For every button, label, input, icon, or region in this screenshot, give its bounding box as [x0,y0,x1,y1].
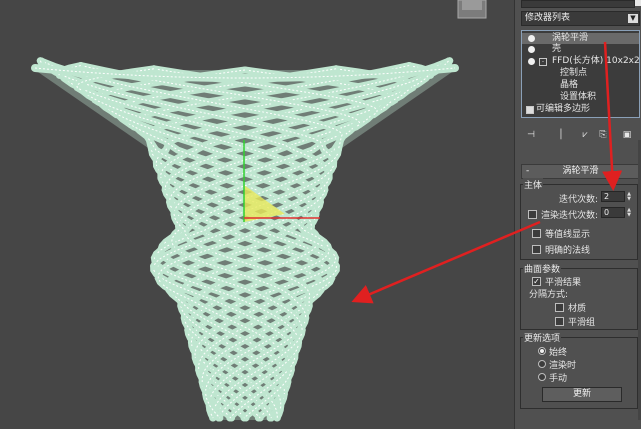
rollout-title: 涡轮平滑 [562,166,599,176]
smooth-result-checkbox[interactable]: ✓ [532,277,541,286]
always-label: 始终 [549,348,568,358]
render-iterations-checkbox[interactable] [528,210,537,219]
render-iterations-spinner[interactable]: 0 ▲ ▼ [601,207,631,218]
collapse-minus-icon[interactable]: - [539,58,547,66]
modifier-list-dropdown[interactable]: 修改器列表 ▼ [521,11,640,26]
light-bulb-icon[interactable] [528,46,535,53]
turbosmooth-rollout-header[interactable]: - 涡轮平滑 [521,164,640,179]
update-options-label: 更新选项 [523,331,562,344]
when-rendering-radio[interactable] [538,360,546,368]
manual-radio[interactable] [538,373,546,381]
spinner-arrows-icon[interactable]: ▲ ▼ [626,208,632,218]
make-unique-icon[interactable]: ⩗ [579,129,591,142]
isoline-label: 等值线显示 [545,230,591,240]
iterations-spinner[interactable]: 2 ▲ ▼ [601,191,631,202]
explicit-normals-checkbox[interactable] [532,245,541,254]
update-button[interactable]: 更新 [542,387,622,402]
smoothing-groups-label: 平滑组 [568,318,596,328]
main-group-label: 主体 [523,178,544,191]
material-label: 材质 [568,304,587,314]
surface-group-label: 曲面参数 [523,262,562,275]
when-rendering-label: 渲染时 [549,361,577,371]
stack-item-turbosmooth[interactable]: 涡轮平滑 [522,33,639,44]
stack-toolbar: ⊣ │ ⩗ ⎘ ▣ [521,127,640,145]
viewport[interactable] [0,0,514,429]
collapse-icon[interactable]: - [526,165,529,177]
isoline-checkbox[interactable] [532,229,541,238]
modifier-stack[interactable]: 涡轮平滑 壳 - FFD(长方体) 10x2x2 控制点 晶格 设置体积 可编辑… [521,30,640,118]
always-radio[interactable] [538,347,546,355]
iterations-label: 迭代次数: [559,195,599,205]
render-iterations-label: 渲染迭代次数: [541,211,599,221]
mesh-object[interactable] [0,0,514,429]
light-bulb-icon[interactable] [528,35,535,42]
object-name-field[interactable] [521,0,635,8]
object-color-swatch[interactable] [635,0,641,6]
configure-sets-icon[interactable]: ▣ [621,129,633,142]
modifier-list-label: 修改器列表 [525,13,571,23]
spinner-arrows-icon[interactable]: ▲ ▼ [626,192,632,202]
remove-modifier-icon[interactable]: ⎘ [597,129,609,142]
show-end-result-icon[interactable]: │ [555,129,567,142]
separate-by-label: 分隔方式: [529,290,569,300]
explicit-normals-label: 明确的法线 [545,246,591,256]
light-bulb-icon[interactable] [528,58,535,65]
chevron-down-icon[interactable]: ▼ [628,14,638,23]
pin-stack-icon[interactable]: ⊣ [525,129,537,142]
command-panel: 修改器列表 ▼ 涡轮平滑 壳 - FFD(长方体) 10x2x2 控制点 晶格 … [514,0,641,429]
smoothing-groups-checkbox[interactable] [555,317,564,326]
collapse-plus-icon[interactable] [526,106,534,114]
manual-label: 手动 [549,374,568,384]
material-checkbox[interactable] [555,303,564,312]
viewcube-icon[interactable] [450,0,496,22]
